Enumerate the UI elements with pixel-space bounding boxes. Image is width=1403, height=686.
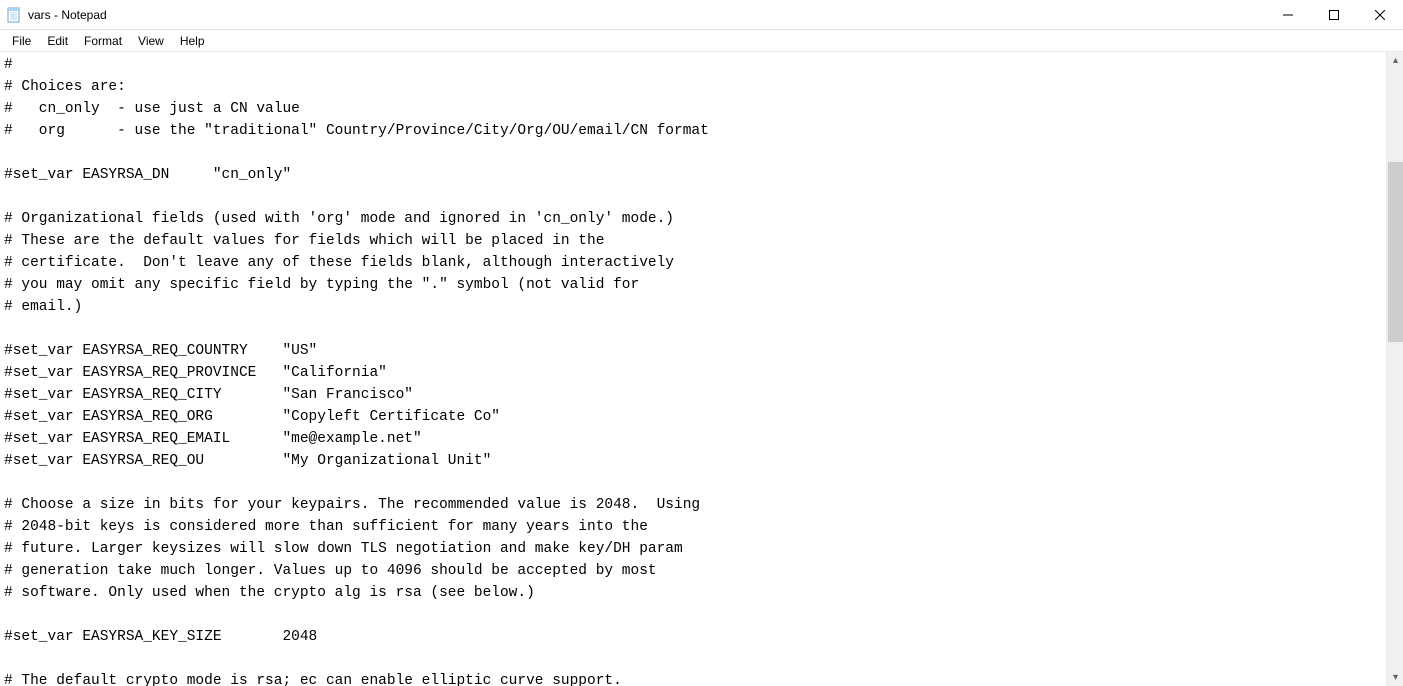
editor-container: # # Choices are: # cn_only - use just a …: [0, 52, 1403, 686]
close-button[interactable]: [1357, 0, 1403, 29]
minimize-icon: [1283, 10, 1293, 20]
minimize-button[interactable]: [1265, 0, 1311, 29]
text-editor[interactable]: # # Choices are: # cn_only - use just a …: [0, 52, 1386, 686]
menu-bar: File Edit Format View Help: [0, 30, 1403, 52]
close-icon: [1375, 10, 1385, 20]
menu-file[interactable]: File: [4, 32, 39, 50]
menu-format[interactable]: Format: [76, 32, 130, 50]
window-title: vars - Notepad: [28, 8, 107, 22]
maximize-icon: [1329, 10, 1339, 20]
scroll-up-icon[interactable]: ▴: [1387, 52, 1403, 69]
title-bar: vars - Notepad: [0, 0, 1403, 30]
window-controls: [1265, 0, 1403, 29]
menu-help[interactable]: Help: [172, 32, 213, 50]
menu-edit[interactable]: Edit: [39, 32, 76, 50]
maximize-button[interactable]: [1311, 0, 1357, 29]
title-left: vars - Notepad: [0, 7, 107, 23]
vertical-scrollbar[interactable]: ▴ ▾: [1386, 52, 1403, 686]
scroll-down-icon[interactable]: ▾: [1387, 669, 1403, 686]
menu-view[interactable]: View: [130, 32, 172, 50]
scroll-thumb[interactable]: [1388, 162, 1403, 342]
notepad-icon: [6, 7, 22, 23]
